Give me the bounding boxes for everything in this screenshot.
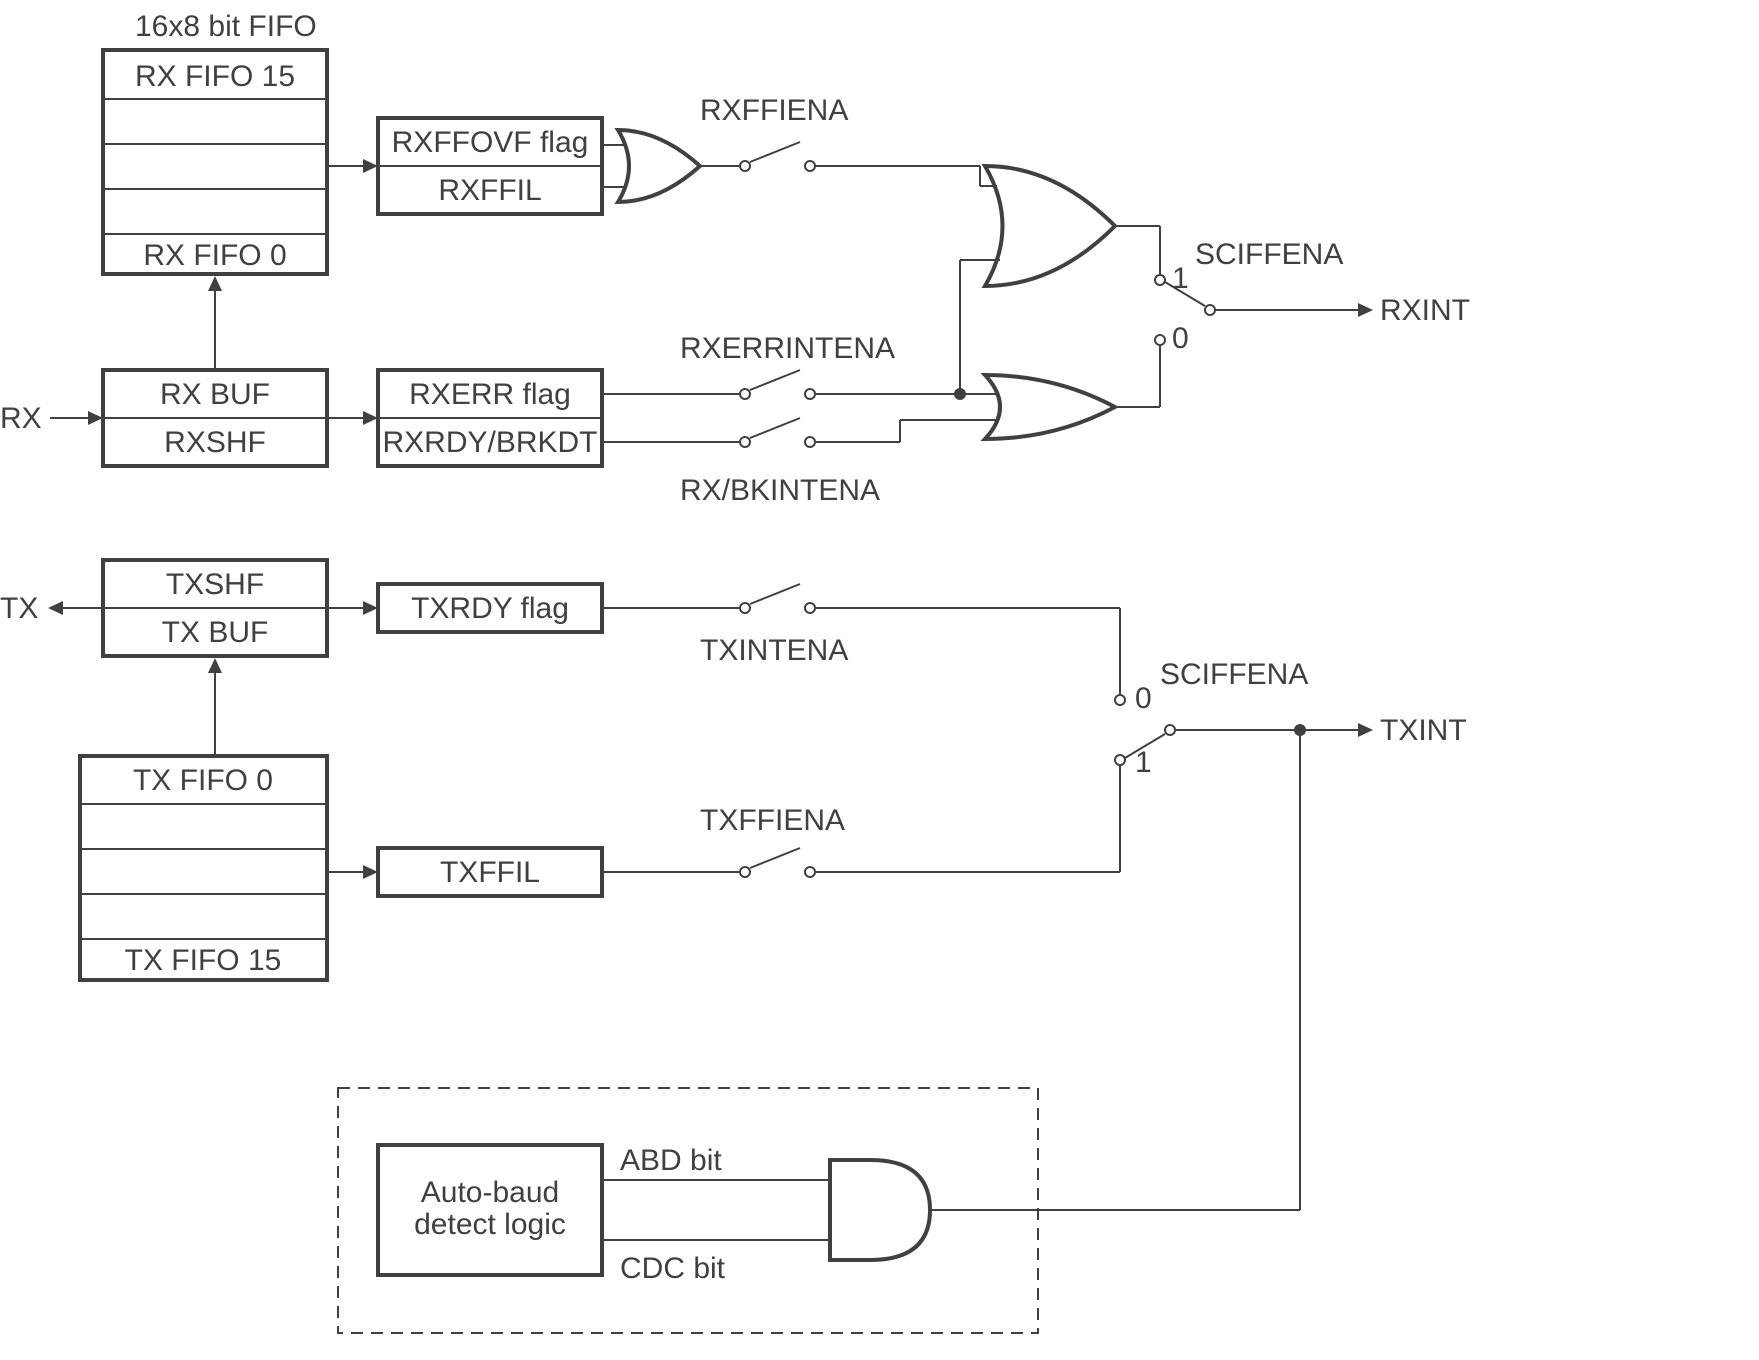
tx-fifo-block: TX FIFO 0 TX FIFO 15 bbox=[80, 756, 327, 980]
txffil-label: TXFFIL bbox=[440, 856, 540, 889]
rx-mux-one: 1 bbox=[1172, 262, 1189, 295]
txshf-label: TXSHF bbox=[166, 568, 264, 601]
txintena-switch: TXINTENA bbox=[602, 584, 1125, 705]
tx-fifo-0-label: TX FIFO 0 bbox=[133, 764, 273, 797]
rxrdy-label: RXRDY/BRKDT bbox=[382, 426, 597, 459]
rx-label: RX bbox=[0, 402, 42, 435]
sciffena-tx-label: SCIFFENA bbox=[1160, 658, 1308, 691]
rx-mux-zero: 0 bbox=[1172, 322, 1189, 355]
txffiena-label: TXFFIENA bbox=[700, 804, 845, 837]
txrdy-label: TXRDY flag bbox=[411, 592, 569, 625]
rx-buf-label: RX BUF bbox=[160, 378, 270, 411]
rx-fifo-15-label: RX FIFO 15 bbox=[135, 60, 295, 93]
rx-input: RX bbox=[0, 402, 103, 435]
rxff-flags-block: RXFFOVF flag RXFFIL bbox=[378, 118, 602, 214]
rx-mux-wiring: 1 0 SCIFFENA RXINT bbox=[1115, 226, 1470, 407]
rxerrintena-switch: RXERRINTENA bbox=[602, 332, 960, 399]
tx-label: TX bbox=[0, 592, 38, 625]
rxbkintena-switch: RX/BKINTENA bbox=[602, 418, 1002, 507]
tx-mux-zero: 0 bbox=[1135, 682, 1152, 715]
txbuf-label: TX BUF bbox=[162, 616, 269, 649]
rxffiena-label: RXFFIENA bbox=[700, 94, 848, 127]
rxbuf-to-rxerr-arrow bbox=[327, 411, 378, 425]
txrdy-block: TXRDY flag bbox=[327, 584, 602, 632]
rxbkintena-label: RX/BKINTENA bbox=[680, 474, 880, 507]
rxerrintena-label: RXERRINTENA bbox=[680, 332, 895, 365]
fifo-to-rxff-arrow bbox=[327, 159, 378, 173]
txfifo-to-txbuf-arrow bbox=[208, 658, 222, 756]
rx-lower-or-gate bbox=[985, 375, 1115, 439]
rxbuf-to-fifo-arrow bbox=[208, 276, 222, 370]
tx-fifo-15-label: TX FIFO 15 bbox=[125, 944, 282, 977]
autobaud-label2: detect logic bbox=[414, 1208, 566, 1241]
rxffiena-switch: RXFFIENA bbox=[700, 94, 980, 171]
autobaud-label1: Auto-baud bbox=[421, 1176, 559, 1209]
rxerr-block: RXERR flag RXRDY/BRKDT bbox=[378, 370, 602, 466]
tx-buf-block: TXSHF TX BUF bbox=[103, 560, 327, 656]
txintena-label: TXINTENA bbox=[700, 634, 848, 667]
rxffil-label: RXFFIL bbox=[438, 174, 541, 207]
cdc-label: CDC bit bbox=[620, 1252, 726, 1285]
rx-fifo-block: RX FIFO 15 RX FIFO 0 bbox=[103, 50, 327, 274]
rx-buf-block: RX BUF RXSHF bbox=[103, 370, 327, 466]
rxerr-label: RXERR flag bbox=[409, 378, 571, 411]
rx-shf-label: RXSHF bbox=[164, 426, 266, 459]
abd-label: ABD bit bbox=[620, 1144, 722, 1177]
txffiena-switch: TXFFIENA bbox=[602, 755, 1125, 877]
rx-fifo-or-gate bbox=[602, 130, 700, 202]
rx-fifo-0-label: RX FIFO 0 bbox=[143, 239, 286, 272]
tx-mux: 0 1 SCIFFENA TXINT bbox=[1125, 658, 1467, 779]
rxffovf-label: RXFFOVF flag bbox=[392, 126, 589, 159]
tx-output: TX bbox=[0, 592, 103, 625]
diagram-title: 16x8 bit FIFO bbox=[135, 10, 317, 43]
txffil-block: TXFFIL bbox=[327, 848, 602, 896]
sciffena-rx-label: SCIFFENA bbox=[1195, 238, 1343, 271]
txint-label: TXINT bbox=[1380, 714, 1467, 747]
tx-mux-one: 1 bbox=[1135, 746, 1152, 779]
rx-upper-or-gate bbox=[980, 166, 1115, 286]
rxint-label: RXINT bbox=[1380, 294, 1470, 327]
